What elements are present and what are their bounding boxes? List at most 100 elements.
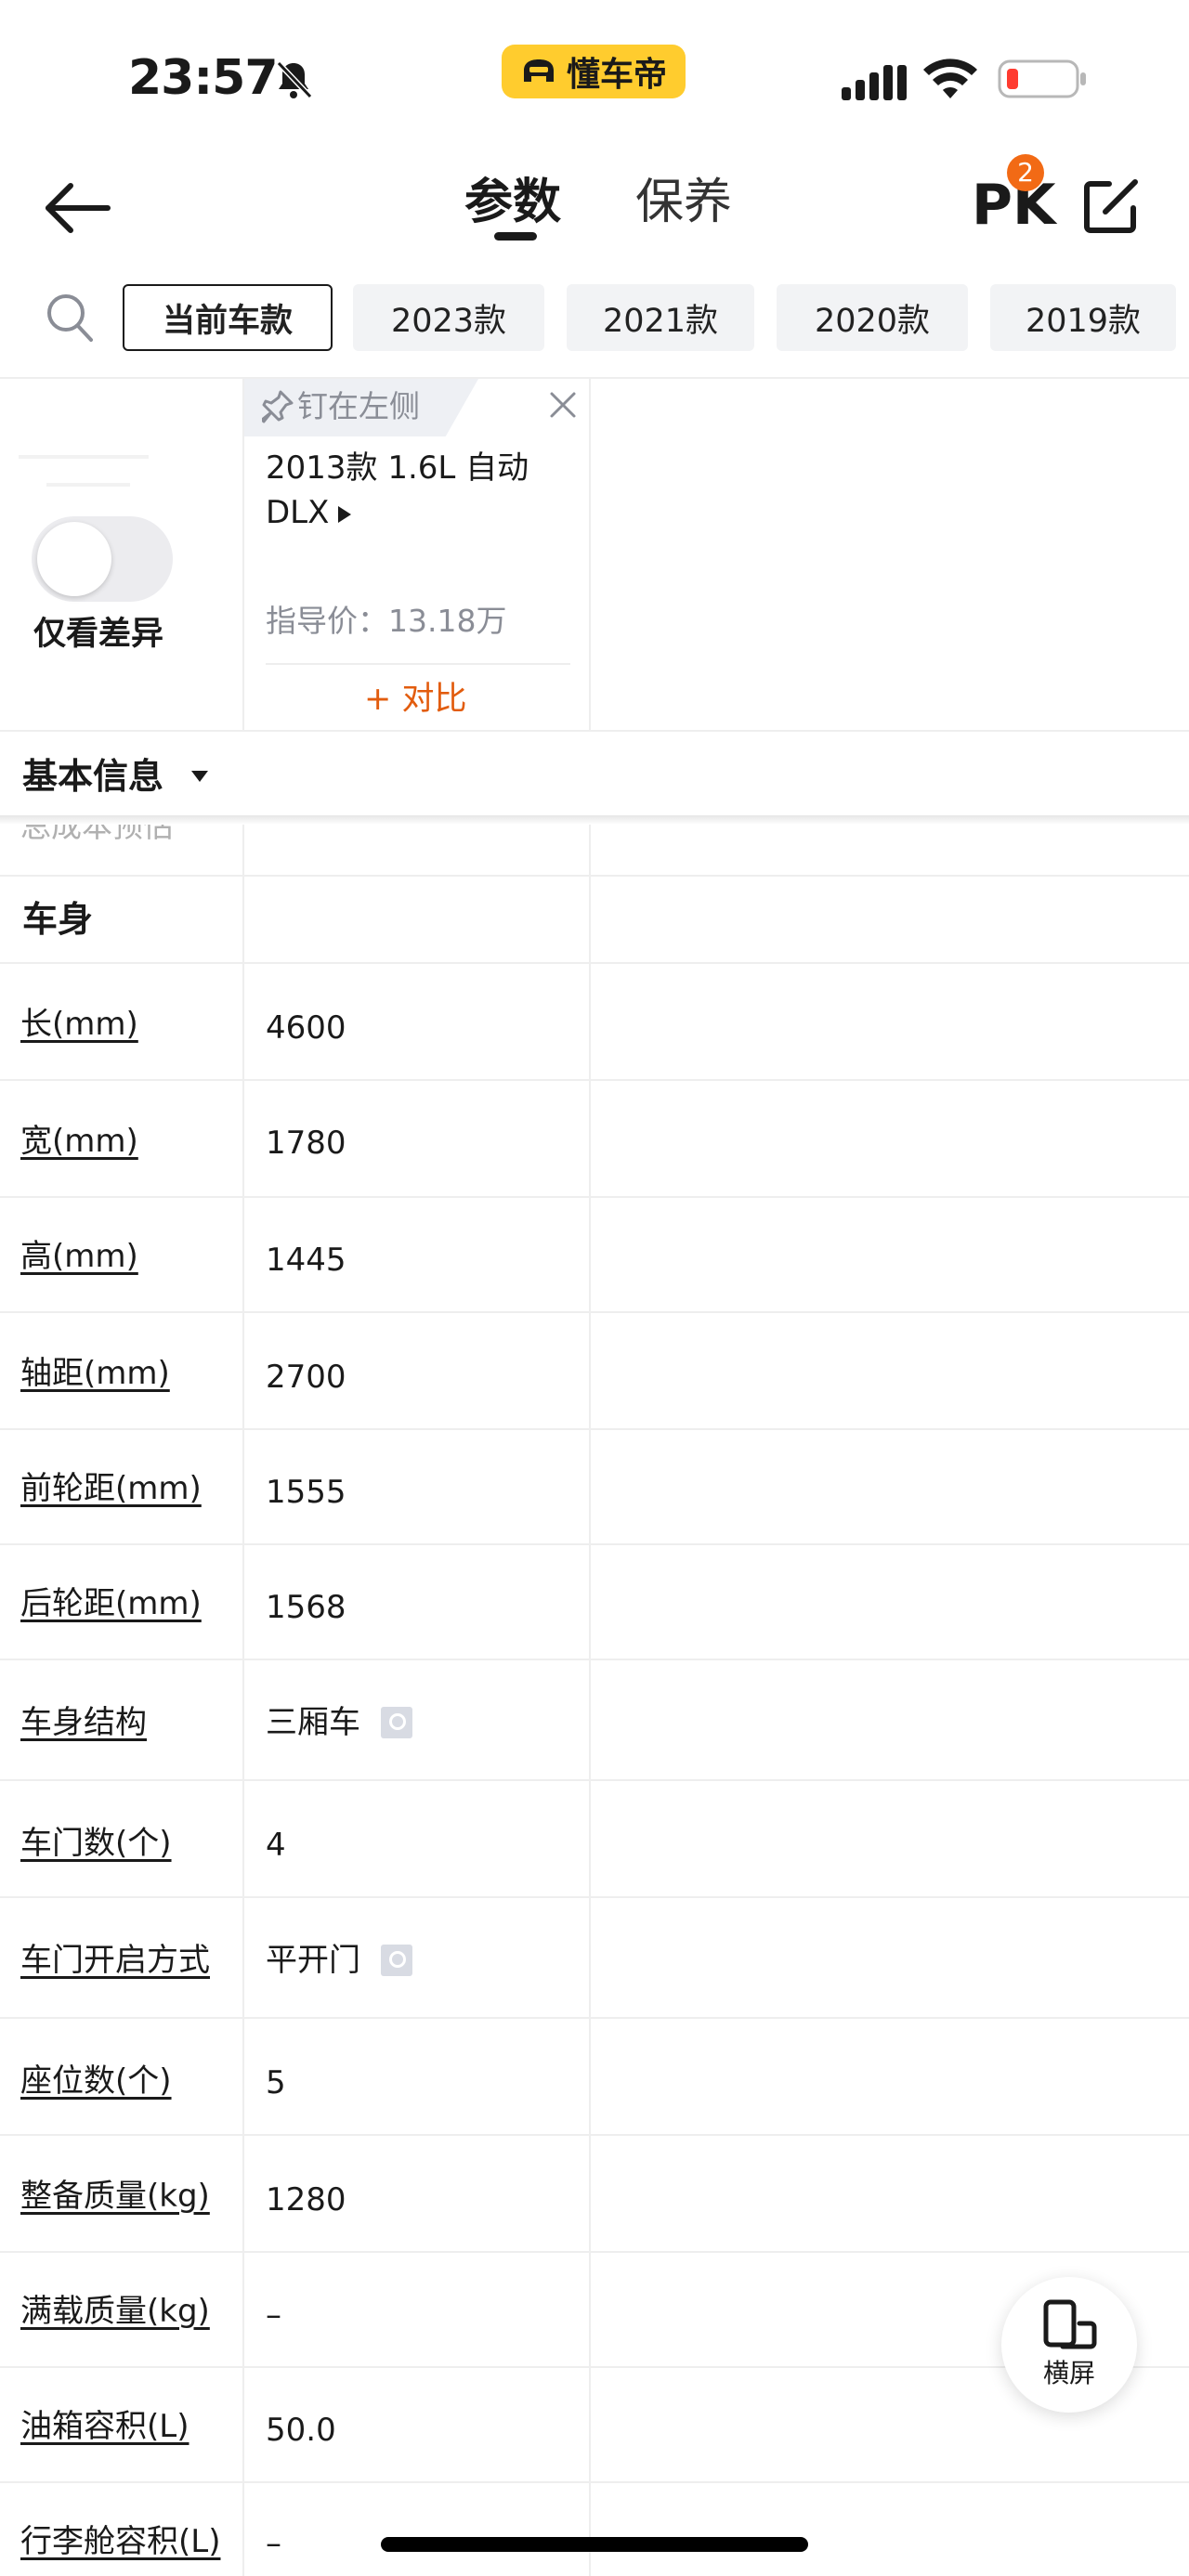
divider xyxy=(0,2134,1189,2136)
divider xyxy=(0,1311,1189,1313)
rotate-screen-icon xyxy=(1043,2299,1097,2349)
section-body: 车身 xyxy=(22,899,94,940)
divider xyxy=(0,1896,1189,1898)
landscape-label: 横屏 xyxy=(1042,2358,1095,2388)
back-arrow-icon[interactable] xyxy=(43,182,113,234)
image-preview-icon[interactable] xyxy=(381,1945,412,1976)
year-chip-2021[interactable]: 2021款 xyxy=(567,284,754,351)
bell-muted-icon xyxy=(276,60,313,99)
divider xyxy=(0,875,1189,877)
value-text: 1445 xyxy=(266,1242,346,1279)
param-value-curb-weight: 1280 xyxy=(266,2179,346,2221)
wifi-icon xyxy=(923,59,977,98)
value-text: – xyxy=(266,2525,281,2562)
param-value-trunk: – xyxy=(266,2522,281,2565)
param-label-front-track[interactable]: 前轮距(mm) xyxy=(20,1467,234,1510)
param-value-rear-track: 1568 xyxy=(266,1586,346,1629)
divider xyxy=(0,1779,1189,1781)
year-chip-2023[interactable]: 2023款 xyxy=(353,284,544,351)
value-text: – xyxy=(266,2296,281,2334)
param-label-seats[interactable]: 座位数(个) xyxy=(20,2060,234,2102)
param-value-gross-weight: – xyxy=(266,2294,281,2336)
tab-params[interactable]: 参数 xyxy=(464,165,561,240)
column-divider xyxy=(242,379,244,2576)
pin-icon xyxy=(262,390,294,423)
param-label-height[interactable]: 高(mm) xyxy=(20,1235,234,1278)
divider xyxy=(0,1659,1189,1660)
divider xyxy=(0,2251,1189,2253)
faded-placeholder xyxy=(19,455,149,487)
tab-maintenance[interactable]: 保养 xyxy=(635,165,732,240)
param-label-wheelbase[interactable]: 轴距(mm) xyxy=(20,1352,234,1395)
value-text: 1568 xyxy=(266,1589,346,1626)
param-value-height: 1445 xyxy=(266,1239,346,1281)
car-icon xyxy=(523,59,554,82)
section-header-bg xyxy=(0,732,1189,815)
close-icon[interactable] xyxy=(548,390,578,420)
logo-text: 懂车帝 xyxy=(566,56,667,94)
divider xyxy=(0,1428,1189,1430)
section-basic-info[interactable]: 基本信息 xyxy=(22,750,163,802)
model-name-text: 2013款 1.6L 自动 DLX xyxy=(266,449,529,531)
param-label-door-opening[interactable]: 车门开启方式 xyxy=(20,1939,234,1982)
divider xyxy=(266,663,570,665)
param-value-door-count: 4 xyxy=(266,1824,286,1867)
share-edit-icon[interactable] xyxy=(1081,176,1141,236)
param-value-wheelbase: 2700 xyxy=(266,1356,346,1399)
guide-price: 指导价：13.18万 xyxy=(266,603,507,639)
param-label-width[interactable]: 宽(mm) xyxy=(20,1120,234,1163)
param-label-door-count[interactable]: 车门数(个) xyxy=(20,1822,234,1865)
param-value-length: 4600 xyxy=(266,1007,346,1049)
param-value-front-track: 1555 xyxy=(266,1471,346,1514)
status-time: 23:57 xyxy=(128,50,279,106)
param-label-length[interactable]: 长(mm) xyxy=(20,1003,234,1046)
column-divider xyxy=(589,379,591,2576)
param-value-door-opening: 平开门 xyxy=(266,1939,412,1982)
param-label-rear-track[interactable]: 后轮距(mm) xyxy=(20,1582,234,1625)
home-indicator[interactable] xyxy=(381,2537,808,2552)
value-text: 4600 xyxy=(266,1009,346,1047)
diff-toggle-label: 仅看差异 xyxy=(33,616,164,653)
value-text: 1780 xyxy=(266,1125,346,1162)
model-name[interactable]: 2013款 1.6L 自动 DLX xyxy=(266,446,572,535)
param-label-trunk[interactable]: 行李舱容积(L) xyxy=(20,2520,234,2563)
signal-icon xyxy=(842,65,907,100)
divider xyxy=(0,962,1189,964)
value-text: 平开门 xyxy=(266,1942,360,1979)
value-text: 4 xyxy=(266,1827,286,1864)
value-text: 2700 xyxy=(266,1359,346,1396)
param-label-curb-weight[interactable]: 整备质量(kg) xyxy=(20,2175,234,2218)
param-value-fuel-tank: 50.0 xyxy=(266,2409,336,2452)
divider xyxy=(0,2481,1189,2483)
param-value-seats: 5 xyxy=(266,2062,286,2104)
pk-count-badge: 2 xyxy=(1007,154,1044,191)
landscape-button[interactable]: 横屏 xyxy=(1001,2277,1137,2413)
value-text: 5 xyxy=(266,2064,286,2101)
value-text: 50.0 xyxy=(266,2412,336,2449)
divider xyxy=(0,2017,1189,2019)
active-tab-indicator xyxy=(494,232,537,241)
param-label-body-structure[interactable]: 车身结构 xyxy=(20,1701,234,1744)
param-value-width: 1780 xyxy=(266,1122,346,1164)
app-logo: 懂车帝 xyxy=(502,45,686,98)
divider xyxy=(0,1196,1189,1198)
image-preview-icon[interactable] xyxy=(381,1707,412,1738)
value-text: 1555 xyxy=(266,1474,346,1511)
year-chip-2019[interactable]: 2019款 xyxy=(990,284,1176,351)
add-compare-button[interactable]: + 对比 xyxy=(364,672,466,726)
param-label-gross-weight[interactable]: 满载质量(kg) xyxy=(20,2290,234,2333)
param-value-body-structure: 三厢车 xyxy=(266,1701,412,1744)
caret-down-icon[interactable] xyxy=(191,771,208,782)
divider xyxy=(0,1079,1189,1081)
year-chip-2020[interactable]: 2020款 xyxy=(777,284,968,351)
play-arrow-icon xyxy=(338,505,352,523)
value-text: 三厢车 xyxy=(266,1704,360,1741)
pin-left-label[interactable]: 钉在左侧 xyxy=(297,381,420,433)
value-text: 1280 xyxy=(266,2181,346,2218)
param-label-fuel-tank[interactable]: 油箱容积(L) xyxy=(20,2405,234,2448)
toggle-knob xyxy=(37,522,111,596)
year-chip-current[interactable]: 当前车款 xyxy=(123,284,333,351)
sticky-shadow xyxy=(0,815,1189,825)
battery-low-icon xyxy=(998,59,1086,98)
search-icon[interactable] xyxy=(45,292,95,344)
